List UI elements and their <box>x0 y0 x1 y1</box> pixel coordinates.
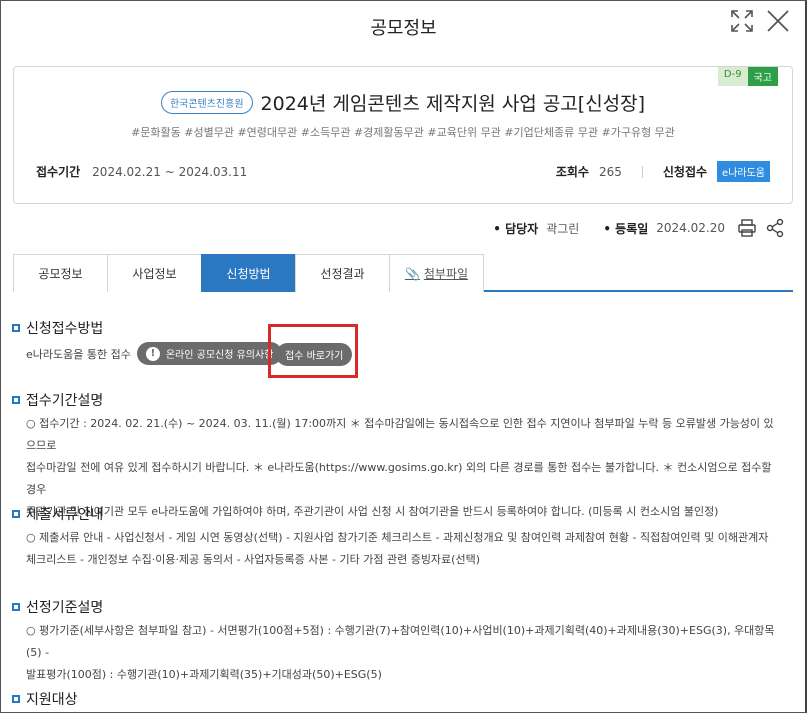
tab-business[interactable]: 사업정보 <box>107 254 202 292</box>
section-header-criteria: 선정기준설명 <box>12 597 103 617</box>
apply-label: 신청접수 <box>662 165 708 179</box>
paperclip-icon: 📎 <box>404 266 420 281</box>
print-icon[interactable] <box>737 218 757 238</box>
close-icon[interactable] <box>765 8 791 34</box>
section-title: 제출서류안내 <box>26 507 104 523</box>
hashtags: #문화활동 #성별무관 #연령대무관 #소득무관 #경제활동무관 #교육단위 무… <box>131 126 675 139</box>
text-line: 체크리스트 - 개인정보 수집·이용·제공 동의서 - 사업자등록증 사본 - … <box>26 553 480 566</box>
scope-badge: 국고 <box>747 67 778 86</box>
apply-go-button[interactable]: 접수 바로가기 <box>276 343 353 366</box>
section-header-apply: 신청접수방법 <box>12 318 103 338</box>
badges: D-9 국고 <box>717 67 778 86</box>
criteria-description: ○ 평가기준(세부사항은 첨부파일 참고) - 서면평가(100점+5점) : … <box>26 620 776 686</box>
dday-badge: D-9 <box>717 67 748 86</box>
text-line: ○ 접수기간 : 2024. 02. 21.(수) ~ 2024. 03. 11… <box>26 417 774 452</box>
tab-attachments[interactable]: 📎 첨부파일 <box>389 254 484 292</box>
manager-label: • 담당자 <box>493 221 539 236</box>
views-value: 265 <box>598 164 622 179</box>
text-line: ○ 제출서류 안내 - 사업신청서 - 게임 시연 동영상(선택) - 지원사업… <box>26 531 769 544</box>
section-title: 접수기간설명 <box>26 393 104 409</box>
reg-value: 2024.02.20 <box>656 221 725 235</box>
section-bullet-icon <box>12 510 20 518</box>
tab-bar: 공모정보 사업정보 신청방법 선정결과 📎 첨부파일 <box>13 254 793 292</box>
section-title: 선정기준설명 <box>26 600 104 616</box>
views-label: 조회수 <box>555 165 589 179</box>
announcement-card: D-9 국고 한국콘텐츠진흥원 2024년 게임콘텐츠 제작지원 사업 공고[신… <box>13 66 793 204</box>
modal-controls <box>729 8 791 34</box>
exclamation-icon: ! <box>145 346 160 361</box>
period-value: 2024.02.21 ~ 2024.03.11 <box>92 164 248 179</box>
reg-label: • 등록일 <box>603 221 649 236</box>
info-row: • 담당자 곽그린 • 등록일 2024.02.20 <box>493 218 785 238</box>
section-header-period: 접수기간설명 <box>12 390 103 410</box>
apply-text: e나라도움을 통한 접수 <box>26 347 131 361</box>
section-bullet-icon <box>12 603 20 611</box>
section-header-target: 지원대상 <box>12 689 78 709</box>
title-row: 한국콘텐츠진흥원 2024년 게임콘텐츠 제작지원 사업 공고[신성장] <box>14 89 792 116</box>
text-line: 주관기관 및 참여기관 모두 e나라도움에 가입하여야 하며, 주관기관이 사업… <box>26 505 719 518</box>
org-pill: 한국콘텐츠진흥원 <box>160 91 253 114</box>
period-description: ○ 접수기간 : 2024. 02. 21.(수) ~ 2024. 03. 11… <box>26 413 776 523</box>
text-line: ○ 평가기준(세부사항은 첨부파일 참고) - 서면평가(100점+5점) : … <box>26 624 775 659</box>
meta-row: 접수기간 2024.02.21 ~ 2024.03.11 조회수 265 신청접… <box>36 161 770 182</box>
notice-button-label: 온라인 공모신청 유의사항 <box>165 350 274 361</box>
enara-badge[interactable]: e나라도움 <box>717 161 770 182</box>
tab-attachments-label: 첨부파일 <box>423 267 469 281</box>
section-title: 신청접수방법 <box>26 321 104 337</box>
tab-apply-method[interactable]: 신청방법 <box>201 254 296 292</box>
documents-description: ○ 제출서류 안내 - 사업신청서 - 게임 시연 동영상(선택) - 지원사업… <box>26 527 776 571</box>
section-title: 지원대상 <box>26 692 78 708</box>
text-line: 발표평가(100점) : 수행기관(10)+과제기획력(35)+기대성과(50)… <box>26 668 382 681</box>
divider <box>641 165 643 178</box>
section-bullet-icon <box>12 695 20 703</box>
announcement-title: 2024년 게임콘텐츠 제작지원 사업 공고[신성장] <box>260 93 646 115</box>
section-bullet-icon <box>12 396 20 404</box>
text-line: 접수마감일 전에 여유 있게 접수하시기 바랍니다. ＊ e나라도움(https… <box>26 461 772 496</box>
section-bullet-icon <box>12 324 20 332</box>
share-icon[interactable] <box>765 218 785 238</box>
expand-icon[interactable] <box>729 8 755 34</box>
apply-row: e나라도움을 통한 접수 ! 온라인 공모신청 유의사항 <box>26 342 283 365</box>
meta-right: 조회수 265 신청접수 e나라도움 <box>556 161 770 182</box>
manager-value: 곽그린 <box>546 221 580 236</box>
tab-info[interactable]: 공모정보 <box>13 254 108 292</box>
section-header-documents: 제출서류안내 <box>12 504 103 524</box>
tab-result[interactable]: 선정결과 <box>295 254 390 292</box>
period-label: 접수기간 <box>36 165 81 179</box>
notice-button[interactable]: ! 온라인 공모신청 유의사항 <box>136 342 283 365</box>
modal-title: 공모정보 <box>370 18 437 39</box>
